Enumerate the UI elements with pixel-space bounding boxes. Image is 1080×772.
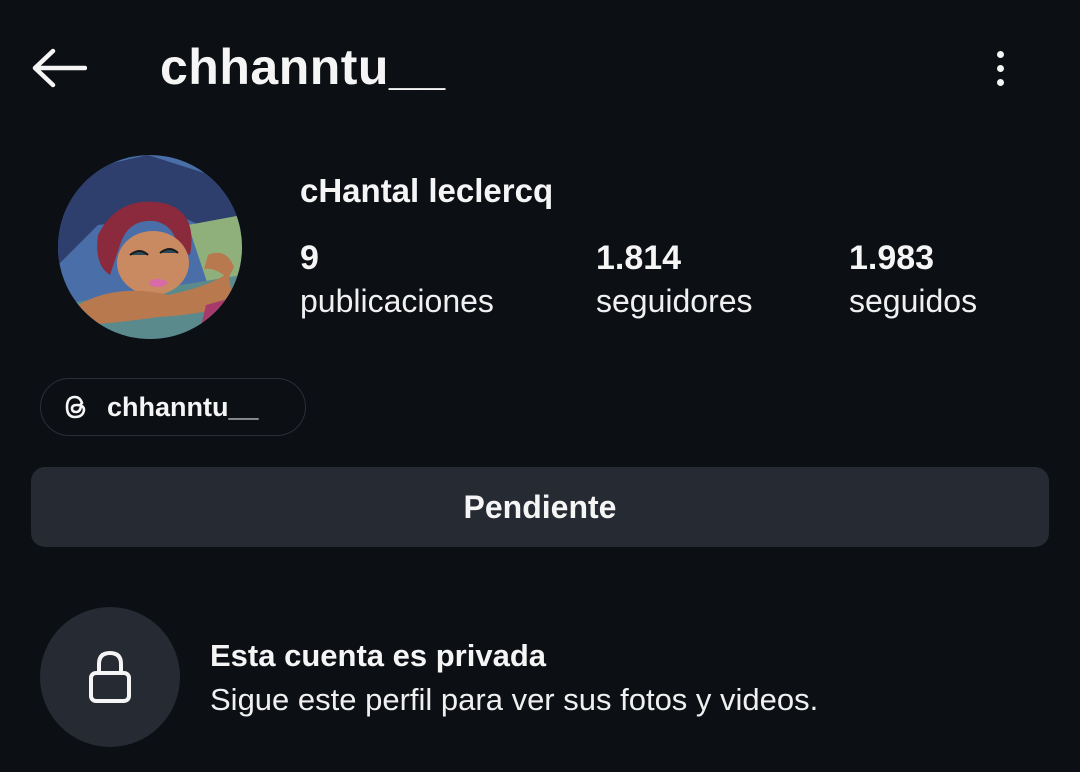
private-account-description: Sigue este perfil para ver sus fotos y v… <box>210 682 819 717</box>
arrow-left-icon <box>32 48 87 88</box>
avatar-image <box>58 155 242 339</box>
following-count[interactable]: 1.983 seguidos <box>849 236 977 322</box>
vertical-ellipsis-icon <box>996 50 1004 58</box>
posts-count-value: 9 <box>300 239 319 277</box>
threads-icon <box>61 392 91 422</box>
back-button[interactable] <box>22 38 94 98</box>
followers-count-label: seguidores <box>596 283 753 319</box>
pending-follow-button[interactable]: Pendiente <box>31 467 1049 547</box>
posts-count-label: publicaciones <box>300 283 494 319</box>
more-options-button[interactable] <box>975 40 1025 96</box>
private-account-badge <box>40 607 180 747</box>
private-account-title: Esta cuenta es privada <box>210 638 546 673</box>
following-count-value: 1.983 <box>849 239 935 277</box>
page-title: chhanntu__ <box>160 39 446 95</box>
threads-profile-link[interactable]: chhanntu__ <box>40 378 306 436</box>
lock-icon <box>89 650 131 703</box>
threads-handle: chhanntu__ <box>107 391 259 422</box>
followers-count[interactable]: 1.814 seguidores <box>596 236 753 322</box>
profile-full-name: cHantal leclercq <box>300 172 554 209</box>
avatar[interactable] <box>58 155 242 339</box>
followers-count-value: 1.814 <box>596 239 682 277</box>
posts-count: 9 publicaciones <box>300 236 494 322</box>
following-count-label: seguidos <box>849 283 978 319</box>
